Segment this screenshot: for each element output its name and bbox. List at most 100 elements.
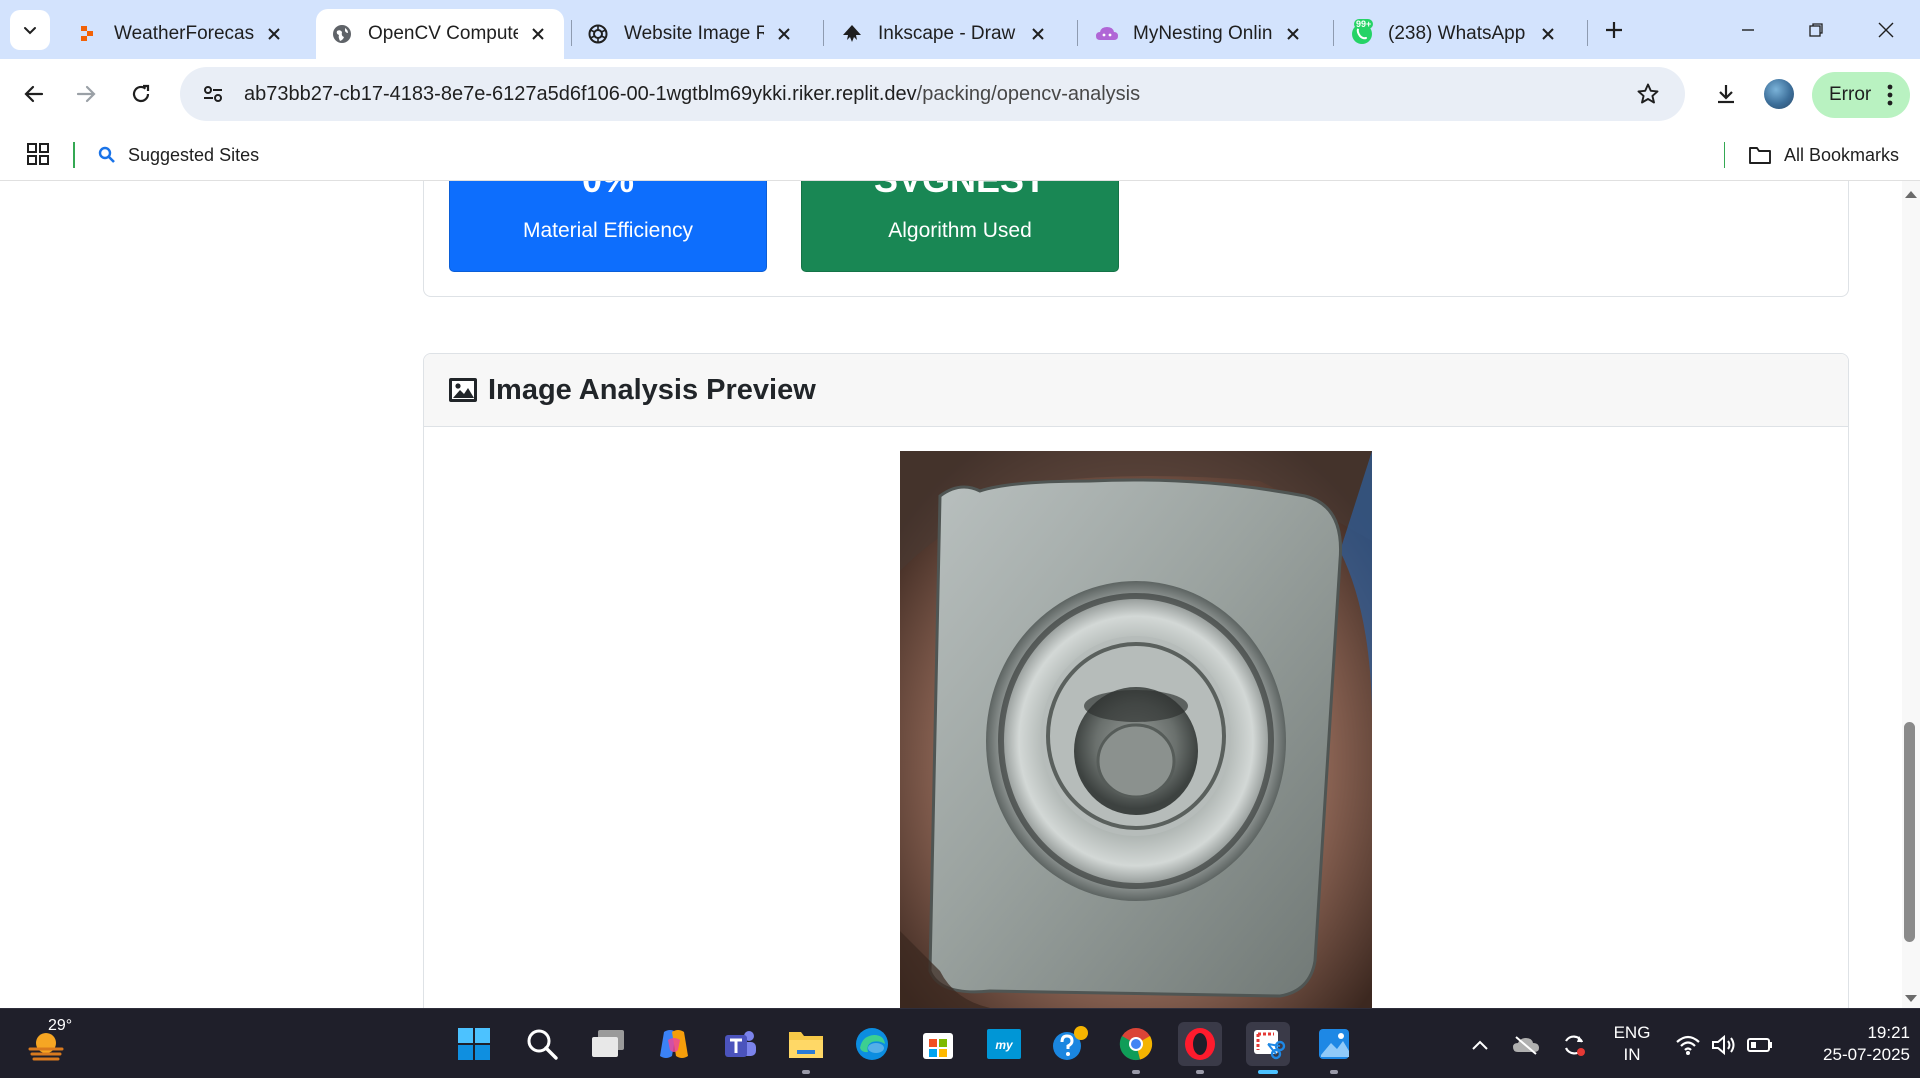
minimize-icon: [1742, 28, 1754, 31]
downloads-button[interactable]: [1706, 74, 1746, 114]
close-icon[interactable]: [772, 22, 796, 46]
tab-weatherforecast[interactable]: WeatherForecast -: [62, 9, 300, 59]
start-button[interactable]: [452, 1022, 496, 1066]
stat-label: Algorithm Used: [888, 219, 1032, 242]
preview-title: Image Analysis Preview: [488, 373, 816, 406]
tab-separator: [1333, 20, 1334, 46]
preview-card-header: Image Analysis Preview: [424, 354, 1848, 427]
cloud-icon: [1095, 22, 1119, 46]
inkscape-icon: [840, 22, 864, 46]
svg-text:my: my: [995, 1038, 1014, 1052]
opera-button[interactable]: [1178, 1022, 1222, 1074]
folder-icon: [789, 1032, 823, 1058]
snipping-tool-button[interactable]: [1246, 1022, 1290, 1074]
close-window-button[interactable]: [1858, 0, 1914, 59]
address-bar[interactable]: ab73bb27-cb17-4183-8e7e-6127a5d6f106-00-…: [180, 67, 1685, 121]
myhp-button[interactable]: my: [982, 1022, 1026, 1066]
file-explorer-button[interactable]: [784, 1022, 828, 1074]
opera-icon: [1185, 1028, 1215, 1060]
close-icon[interactable]: [1281, 22, 1305, 46]
bookmarks-bar: Suggested Sites All Bookmarks: [0, 129, 1920, 181]
weather-widget[interactable]: 29°: [26, 1017, 76, 1067]
restore-button[interactable]: [1788, 0, 1844, 59]
snipping-tool-icon: [1254, 1030, 1286, 1060]
show-hidden-icons-button[interactable]: [1466, 1031, 1494, 1059]
task-view-button[interactable]: [586, 1022, 630, 1066]
star-icon: [1637, 83, 1659, 104]
page-viewport: 0% Material Efficiency SVGNEST Algorithm…: [0, 181, 1902, 1008]
teams-button[interactable]: [718, 1022, 762, 1066]
minimize-button[interactable]: [1720, 0, 1776, 59]
get-help-button[interactable]: [1048, 1022, 1092, 1066]
arrow-right-icon: [76, 85, 96, 103]
reload-button[interactable]: [121, 74, 161, 114]
onedrive-tray-button[interactable]: [1512, 1031, 1540, 1059]
close-icon[interactable]: [1536, 22, 1560, 46]
sync-tray-button[interactable]: [1560, 1031, 1588, 1059]
battery-tray-button[interactable]: [1746, 1031, 1774, 1059]
store-icon: [923, 1033, 953, 1059]
image-analysis-preview-card: Image Analysis Preview: [423, 353, 1849, 1008]
bookmark-suggested-sites[interactable]: Suggested Sites: [98, 129, 259, 181]
stat-value: 0%: [450, 181, 766, 198]
profile-error-button[interactable]: Error: [1812, 72, 1910, 118]
scrollbar-thumb[interactable]: [1904, 722, 1915, 942]
copilot-button[interactable]: [652, 1022, 696, 1066]
volume-tray-button[interactable]: [1710, 1031, 1738, 1059]
photos-button[interactable]: [1312, 1022, 1356, 1074]
scroll-up-arrow-icon[interactable]: [1903, 187, 1919, 205]
running-indicator: [1330, 1070, 1338, 1074]
tab-mynesting-online[interactable]: MyNesting Online: [1081, 9, 1319, 59]
language-code: ENG: [1613, 1023, 1651, 1042]
chrome-button[interactable]: [1114, 1022, 1158, 1074]
region-code: IN: [1623, 1045, 1641, 1064]
arrow-left-icon: [24, 85, 44, 103]
help-icon: [1053, 1026, 1088, 1060]
openai-icon: [586, 22, 610, 46]
apps-grid-icon[interactable]: [26, 142, 50, 171]
forward-button[interactable]: [66, 74, 106, 114]
tab-title: OpenCV Computer: [368, 23, 518, 44]
site-info-button[interactable]: [188, 67, 238, 121]
clock[interactable]: 19:21 25-07-2025: [1790, 1022, 1910, 1066]
chevron-down-icon: [24, 27, 36, 35]
download-icon: [1718, 85, 1734, 104]
plus-icon: [1606, 22, 1622, 38]
profile-avatar[interactable]: [1764, 79, 1794, 109]
edge-button[interactable]: [850, 1022, 894, 1066]
restore-icon: [1809, 22, 1823, 37]
battery-icon: [1747, 1038, 1772, 1052]
new-tab-button[interactable]: [1596, 12, 1632, 48]
edge-icon: [856, 1028, 888, 1060]
windows-taskbar: 29° my ENG IN 19:21 25-07-2025: [0, 1008, 1920, 1078]
menu-icon[interactable]: [1887, 84, 1893, 112]
tab-title: MyNesting Online: [1133, 23, 1273, 44]
tab-search-button[interactable]: [10, 10, 50, 50]
wifi-tray-button[interactable]: [1674, 1031, 1702, 1059]
replit-icon: [76, 22, 100, 46]
url-path: /packing/opencv-analysis: [916, 82, 1141, 105]
tab-opencv-computer[interactable]: OpenCV Computer: [316, 9, 564, 59]
url-text[interactable]: ab73bb27-cb17-4183-8e7e-6127a5d6f106-00-…: [244, 83, 1140, 106]
running-indicator: [802, 1070, 810, 1074]
notification-badge: 99+: [1354, 19, 1374, 29]
close-icon[interactable]: [526, 22, 550, 46]
bookmark-all-bookmarks[interactable]: All Bookmarks: [1748, 129, 1899, 181]
tab-website-image-rec[interactable]: Website Image Rec: [572, 9, 810, 59]
tab-whatsapp[interactable]: 99+ (238) WhatsApp: [1336, 9, 1574, 59]
close-icon[interactable]: [262, 22, 286, 46]
close-icon[interactable]: [1026, 22, 1050, 46]
folder-icon: [1748, 145, 1772, 165]
back-button[interactable]: [14, 74, 54, 114]
taskbar-search-button[interactable]: [520, 1022, 564, 1066]
bookmark-label: Suggested Sites: [128, 144, 260, 165]
language-indicator[interactable]: ENG IN: [1608, 1022, 1656, 1066]
tab-title: Website Image Rec: [624, 23, 764, 44]
chevron-up-icon: [1472, 1040, 1488, 1050]
tab-inkscape[interactable]: Inkscape - Draw Fr: [826, 9, 1064, 59]
sync-icon: [1564, 1035, 1585, 1056]
windows-logo-icon: [458, 1028, 490, 1060]
clock-time: 19:21: [1867, 1023, 1910, 1042]
bookmark-star-button[interactable]: [1633, 79, 1663, 109]
microsoft-store-button[interactable]: [916, 1022, 960, 1066]
